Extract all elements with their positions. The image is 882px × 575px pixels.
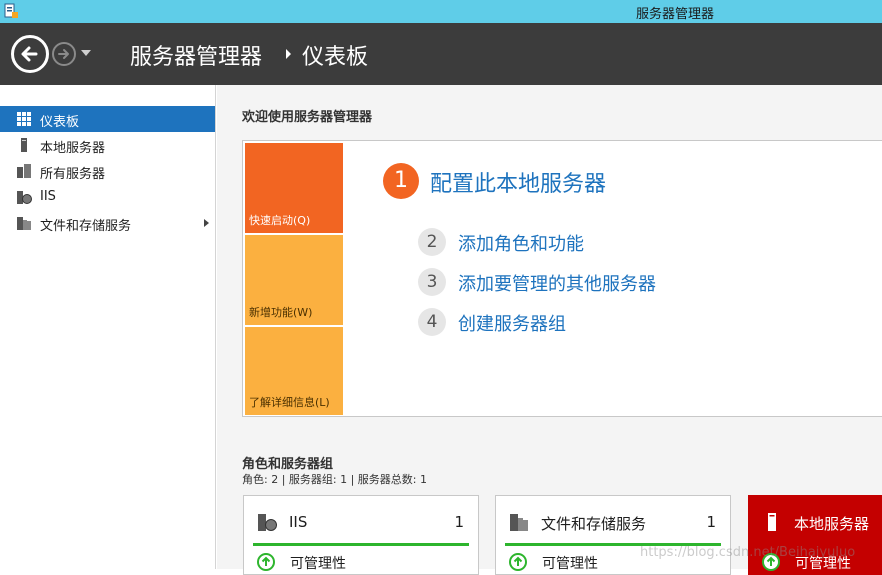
dashboard-icon xyxy=(17,112,31,126)
check-up-arrow-icon xyxy=(257,553,275,571)
window-title: 服务器管理器 xyxy=(636,7,715,22)
back-button[interactable] xyxy=(11,35,49,73)
card-title: 本地服务器 xyxy=(794,515,870,533)
title-bar: 服务器管理器 xyxy=(0,0,882,23)
sidebar-item-label: IIS xyxy=(40,189,56,204)
step-number-badge: 2 xyxy=(418,228,446,256)
main-content: 欢迎使用服务器管理器 快速启动(Q) 新增功能(W) 了解详细信息(L) 1 配… xyxy=(217,85,882,575)
step-number-badge: 1 xyxy=(383,163,419,199)
card-count: 1 xyxy=(706,513,716,531)
card-title: 文件和存储服务 xyxy=(541,515,647,533)
tile-learn-more[interactable]: 了解详细信息(L) xyxy=(245,327,343,415)
chevron-right-icon[interactable] xyxy=(204,219,209,227)
check-up-arrow-icon xyxy=(509,553,527,571)
forward-arrow-icon xyxy=(58,49,69,59)
sidebar-item-label: 仪表板 xyxy=(40,115,80,130)
iis-icon xyxy=(258,514,277,531)
create-server-group-link[interactable]: 创建服务器组 xyxy=(458,310,566,336)
welcome-title: 欢迎使用服务器管理器 xyxy=(242,110,373,125)
tile-label: 新增功能(W) xyxy=(249,306,313,319)
server-manager-icon xyxy=(4,3,18,18)
servers-icon xyxy=(17,164,31,178)
tile-label: 了解详细信息(L) xyxy=(249,396,330,409)
status-label: 可管理性 xyxy=(542,556,598,572)
sidebar-item-dashboard[interactable]: 仪表板 xyxy=(0,106,215,132)
status-bar xyxy=(253,543,469,546)
tile-quick-start[interactable]: 快速启动(Q) xyxy=(245,143,343,233)
sidebar-item-label: 本地服务器 xyxy=(40,141,106,156)
tile-label: 快速启动(Q) xyxy=(249,214,311,227)
file-storage-icon xyxy=(17,217,31,230)
roles-section-title: 角色和服务器组 xyxy=(242,457,334,472)
step-number-badge: 3 xyxy=(418,268,446,296)
breadcrumb-separator-icon xyxy=(286,49,291,59)
iis-icon xyxy=(17,191,32,204)
role-card-local-server[interactable]: 本地服务器 可管理性 xyxy=(748,495,882,575)
configure-local-server-link[interactable]: 配置此本地服务器 xyxy=(430,166,606,198)
step-number-badge: 4 xyxy=(418,308,446,336)
breadcrumb-root[interactable]: 服务器管理器 xyxy=(130,39,262,71)
header-bar: 服务器管理器 仪表板 xyxy=(0,23,882,85)
card-count: 1 xyxy=(454,513,464,531)
sidebar-item-label: 所有服务器 xyxy=(40,167,106,182)
watermark: https://blog.csdn.net/Beihaiyuluo xyxy=(640,545,856,560)
sidebar-item-iis[interactable]: IIS xyxy=(0,184,215,210)
sidebar-item-file-storage[interactable]: 文件和存储服务 xyxy=(0,210,215,236)
manageability-row[interactable]: 可管理性 xyxy=(257,552,457,572)
server-icon xyxy=(21,138,27,152)
server-icon xyxy=(768,513,776,531)
tile-whats-new[interactable]: 新增功能(W) xyxy=(245,235,343,325)
roles-summary: 角色: 2 | 服务器组: 1 | 服务器总数: 1 xyxy=(242,473,428,486)
role-card-iis[interactable]: IIS 1 可管理性 xyxy=(243,495,479,575)
welcome-panel: 快速启动(Q) 新增功能(W) 了解详细信息(L) 1 配置此本地服务器 2 添… xyxy=(242,140,882,417)
forward-button[interactable] xyxy=(52,42,76,66)
add-roles-features-link[interactable]: 添加角色和功能 xyxy=(458,230,584,256)
card-title: IIS xyxy=(289,513,308,531)
sidebar: 仪表板 本地服务器 所有服务器 IIS 文件和存储服务 xyxy=(0,85,216,569)
status-label: 可管理性 xyxy=(290,556,346,572)
sidebar-item-local-server[interactable]: 本地服务器 xyxy=(0,132,215,158)
add-other-servers-link[interactable]: 添加要管理的其他服务器 xyxy=(458,270,656,296)
sidebar-item-all-servers[interactable]: 所有服务器 xyxy=(0,158,215,184)
back-arrow-icon xyxy=(21,46,38,62)
file-storage-icon xyxy=(510,514,528,531)
role-card-file-storage[interactable]: 文件和存储服务 1 可管理性 xyxy=(495,495,731,575)
breadcrumb-current: 仪表板 xyxy=(302,45,369,70)
sidebar-item-label: 文件和存储服务 xyxy=(40,219,132,234)
chevron-down-icon[interactable] xyxy=(81,50,91,56)
